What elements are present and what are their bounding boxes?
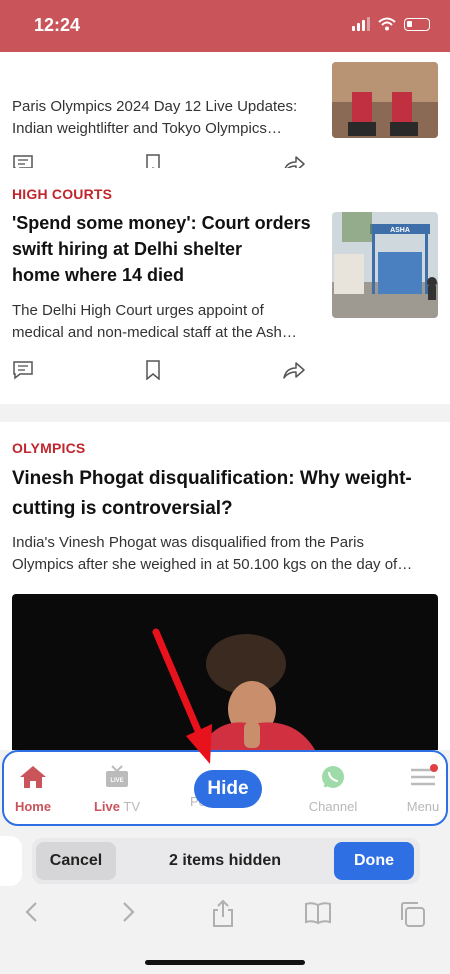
bottom-nav: Home LIVE Live TV Pe Hide Channel Menu [2,750,448,826]
done-button[interactable]: Done [334,842,414,880]
article-actions [12,360,312,384]
home-indicator[interactable] [145,960,305,965]
back-icon[interactable] [22,900,42,924]
status-time: 12:24 [34,15,81,35]
hide-items-pill: Cancel 2 items hidden Done [32,838,420,884]
home-icon [20,766,46,788]
hide-button[interactable]: Hide [194,770,262,808]
article-category[interactable]: HIGH COURTS [12,186,112,202]
wifi-icon [378,17,396,31]
bookmarks-icon[interactable] [304,900,332,926]
article-headline[interactable]: 'Spend some money': Court orders swift h… [12,210,312,288]
article-headline[interactable]: Vinesh Phogat disqualification: Why weig… [12,464,442,524]
news-feed[interactable]: Paris Olympics 2024 Day 12 Live Updates:… [0,52,450,750]
article-summary: The Delhi High Court urges appoint of me… [12,302,297,341]
article-hero-image[interactable] [12,594,438,750]
battery-icon [404,17,430,31]
share-icon[interactable] [282,360,306,380]
comment-icon[interactable] [12,360,34,380]
article-thumbnail[interactable] [332,62,438,138]
svg-text:LIVE: LIVE [110,778,123,784]
menu-icon [411,764,438,786]
status-bar: 12:24 [0,0,450,52]
tab-home[interactable]: Home [0,764,68,814]
tab-live-tv[interactable]: LIVE Live TV [82,764,152,814]
article-summary: Paris Olympics 2024 Day 12 Live Updates:… [12,98,298,137]
cancel-button[interactable]: Cancel [36,842,116,880]
thumb-sign-text: ASHA [390,227,410,234]
article-thumbnail[interactable]: ASHA [332,212,438,318]
signal-icon [352,17,370,31]
status-icons [352,17,430,31]
tabs-icon[interactable] [398,900,426,928]
bookmark-icon[interactable] [146,360,160,380]
forward-icon[interactable] [118,900,138,924]
previous-panel [0,836,22,886]
article-card[interactable]: OLYMPICS Vinesh Phogat disqualification:… [0,422,450,750]
share-icon[interactable] [210,900,236,928]
live-tv-icon: LIVE [106,765,128,787]
article-summary: India's Vinesh Phogat was disqualified f… [12,534,413,573]
hidden-items-count: 2 items hidden [168,852,282,869]
article-card[interactable]: HIGH COURTS 'Spend some money': Court or… [0,168,450,404]
whatsapp-icon [322,766,344,788]
article-category[interactable]: OLYMPICS [12,440,85,456]
tab-channel[interactable]: Channel [298,764,368,814]
hide-items-toolbar: Cancel 2 items hidden Done [0,832,450,890]
tab-menu[interactable]: Menu [388,764,450,814]
